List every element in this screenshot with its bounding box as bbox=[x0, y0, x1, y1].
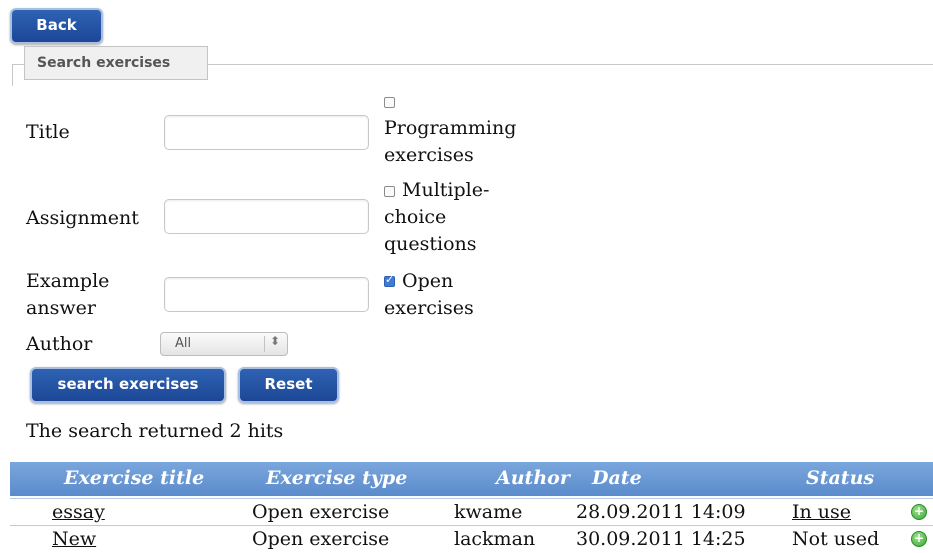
example-answer-input[interactable] bbox=[164, 277, 369, 312]
exercise-title-link[interactable]: New bbox=[52, 528, 96, 550]
programming-checkbox[interactable] bbox=[384, 97, 395, 108]
search-result-count: The search returned 2 hits bbox=[26, 420, 284, 442]
assignment-label: Assignment bbox=[26, 207, 139, 229]
column-header-title[interactable]: Exercise title bbox=[64, 467, 204, 489]
date-cell: 30.09.2011 14:25 bbox=[576, 528, 746, 550]
example-label-line: answer bbox=[26, 297, 96, 319]
table-row: essay Open exercise kwame 28.09.2011 14:… bbox=[10, 498, 933, 526]
open-exercises-checkbox-label: Open exercises bbox=[384, 268, 554, 322]
fieldset-border-left bbox=[12, 64, 13, 86]
author-cell: kwame bbox=[454, 501, 523, 523]
programming-checkbox-label: Programming exercises bbox=[384, 115, 554, 169]
search-panel-legend: Search exercises bbox=[24, 46, 208, 80]
title-label: Title bbox=[26, 121, 70, 143]
fieldset-border-top bbox=[12, 64, 24, 65]
plus-circle-icon[interactable]: + bbox=[911, 504, 927, 520]
date-cell: 28.09.2011 14:09 bbox=[576, 501, 746, 523]
back-button[interactable]: Back bbox=[10, 8, 103, 44]
exercise-type-cell: Open exercise bbox=[252, 501, 390, 523]
status-cell: Not used bbox=[792, 528, 880, 550]
author-selected-value: All bbox=[175, 336, 192, 351]
checkbox-label-line: Multiple- bbox=[402, 179, 490, 201]
author-label: Author bbox=[26, 333, 93, 355]
title-input[interactable] bbox=[164, 115, 369, 150]
checkbox-label-line: Programming bbox=[384, 117, 517, 139]
reset-button[interactable]: Reset bbox=[238, 367, 339, 403]
status-link[interactable]: In use bbox=[792, 501, 851, 523]
column-header-type[interactable]: Exercise type bbox=[266, 467, 407, 489]
column-header-date[interactable]: Date bbox=[592, 467, 642, 489]
search-exercises-button[interactable]: search exercises bbox=[30, 367, 226, 403]
checkbox-label-line: exercises bbox=[384, 297, 474, 319]
plus-circle-icon[interactable]: + bbox=[911, 531, 927, 547]
column-header-status[interactable]: Status bbox=[806, 467, 874, 489]
checkbox-label-line: questions bbox=[384, 233, 477, 255]
fieldset-border-top bbox=[208, 64, 933, 65]
author-cell: lackman bbox=[454, 528, 536, 550]
select-divider bbox=[264, 336, 265, 352]
table-row: New Open exercise lackman 30.09.2011 14:… bbox=[10, 525, 933, 553]
checkbox-label-line: Open bbox=[402, 270, 454, 292]
checkbox-label-line: exercises bbox=[384, 144, 474, 166]
author-select[interactable]: All ⬍ bbox=[160, 332, 288, 356]
assignment-input[interactable] bbox=[164, 199, 369, 234]
exercise-type-cell: Open exercise bbox=[252, 528, 390, 550]
example-answer-label: Example answer bbox=[26, 268, 109, 322]
updown-arrow-icon: ⬍ bbox=[270, 334, 281, 348]
column-header-author[interactable]: Author bbox=[496, 467, 570, 489]
multiple-choice-checkbox-label: Multiple- choice questions bbox=[384, 177, 554, 258]
example-label-line: Example bbox=[26, 270, 110, 292]
checkbox-label-line: choice bbox=[384, 206, 447, 228]
table-header: Exercise title Exercise type Author Date… bbox=[10, 462, 933, 496]
exercise-title-link[interactable]: essay bbox=[52, 501, 105, 523]
